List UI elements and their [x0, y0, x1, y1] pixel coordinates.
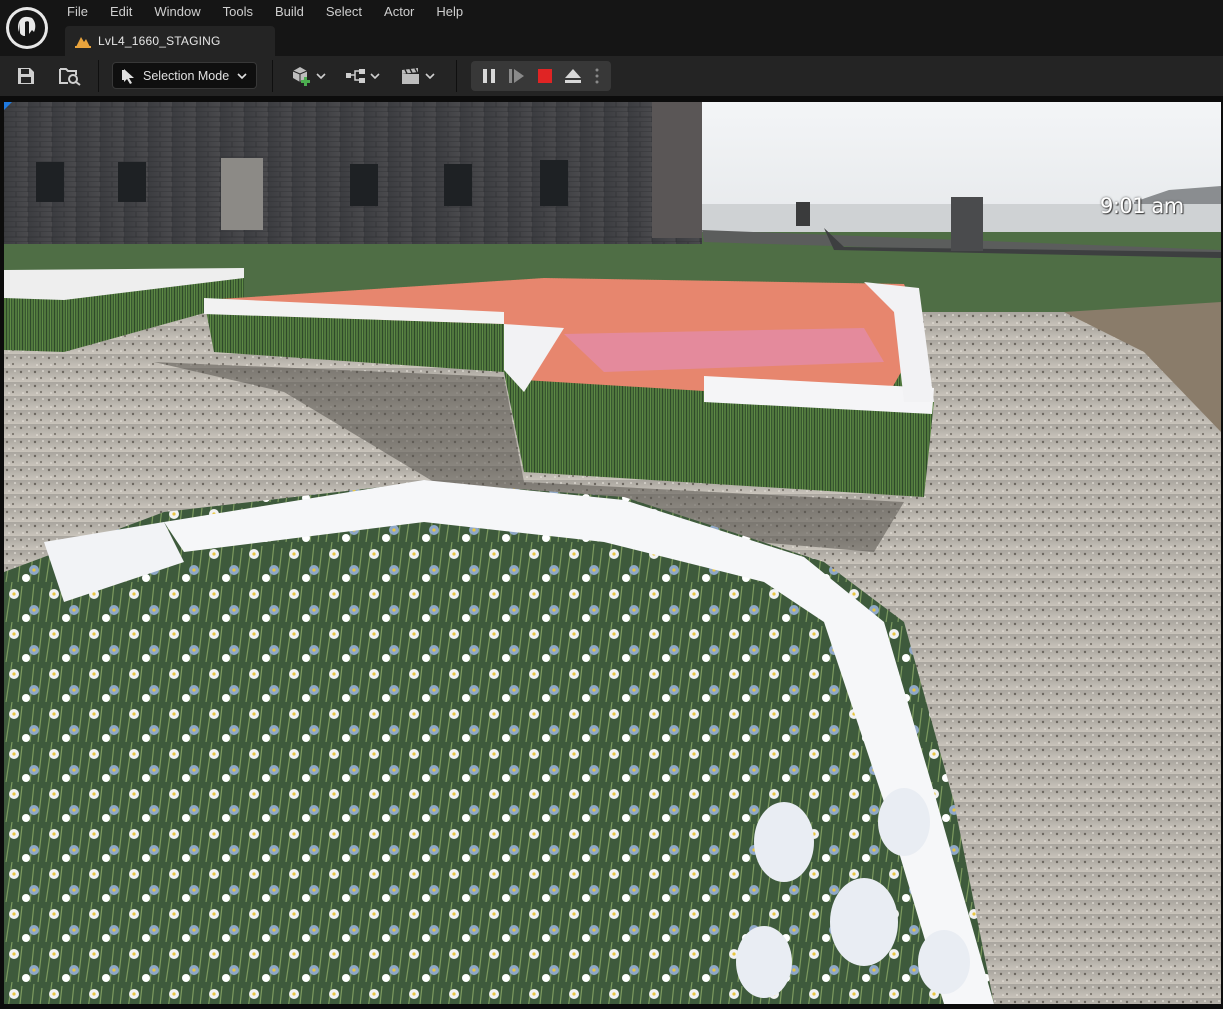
save-icon: [18, 68, 34, 84]
add-actor-button[interactable]: [288, 60, 328, 92]
pause-icon: [483, 69, 495, 83]
chevron-down-icon: [424, 73, 435, 79]
content-browser-icon: [59, 68, 81, 86]
menu-build[interactable]: Build: [264, 0, 315, 24]
frame-advance-button[interactable]: [505, 61, 529, 91]
add-actor-icon: [292, 67, 310, 86]
chevron-down-icon: [315, 73, 326, 79]
game-scene-render: [4, 102, 1221, 1004]
more-options-icon: [595, 68, 599, 84]
main-toolbar: Selection Mode: [0, 56, 1223, 96]
menu-window[interactable]: Window: [143, 0, 211, 24]
cinematics-icon: [401, 68, 419, 84]
menu-tools[interactable]: Tools: [212, 0, 264, 24]
menu-file[interactable]: File: [56, 0, 99, 24]
selection-mode-dropdown[interactable]: Selection Mode: [112, 62, 257, 89]
content-browser-button[interactable]: [56, 60, 84, 92]
stop-button[interactable]: [533, 61, 557, 91]
time-of-day-readout: 9:01 am: [1100, 194, 1184, 218]
eject-icon: [565, 69, 581, 83]
cinematics-button[interactable]: [396, 60, 438, 92]
frame-advance-icon: [509, 69, 524, 83]
selection-mode-label: Selection Mode: [143, 68, 230, 83]
level-icon: [75, 37, 91, 48]
selection-mode-icon: [122, 68, 134, 84]
more-options-button[interactable]: [589, 61, 605, 91]
level-tab-label: LvL4_1660_STAGING: [98, 34, 221, 48]
menu-actor[interactable]: Actor: [373, 0, 425, 24]
menu-bar: File Edit Window Tools Build Select Acto…: [56, 0, 474, 24]
title-bar: File Edit Window Tools Build Select Acto…: [0, 0, 1223, 56]
chevron-down-icon: [237, 72, 247, 79]
level-tab[interactable]: LvL4_1660_STAGING: [65, 26, 275, 56]
toolbar-separator: [98, 60, 99, 92]
menu-select[interactable]: Select: [315, 0, 373, 24]
toolbar-separator: [272, 60, 273, 92]
eject-button[interactable]: [561, 61, 585, 91]
save-button[interactable]: [12, 60, 40, 92]
blueprints-button[interactable]: [342, 60, 382, 92]
level-viewport[interactable]: 9:01 am: [4, 102, 1221, 1004]
play-controls: [471, 61, 611, 91]
unreal-engine-logo-icon[interactable]: [6, 7, 48, 49]
stop-icon: [538, 69, 552, 83]
blueprint-icon: [345, 69, 365, 83]
menu-edit[interactable]: Edit: [99, 0, 143, 24]
menu-help[interactable]: Help: [425, 0, 474, 24]
toolbar-separator: [456, 60, 457, 92]
viewport-corner-marker: [4, 102, 12, 110]
chevron-down-icon: [369, 73, 380, 79]
pause-button[interactable]: [477, 61, 501, 91]
